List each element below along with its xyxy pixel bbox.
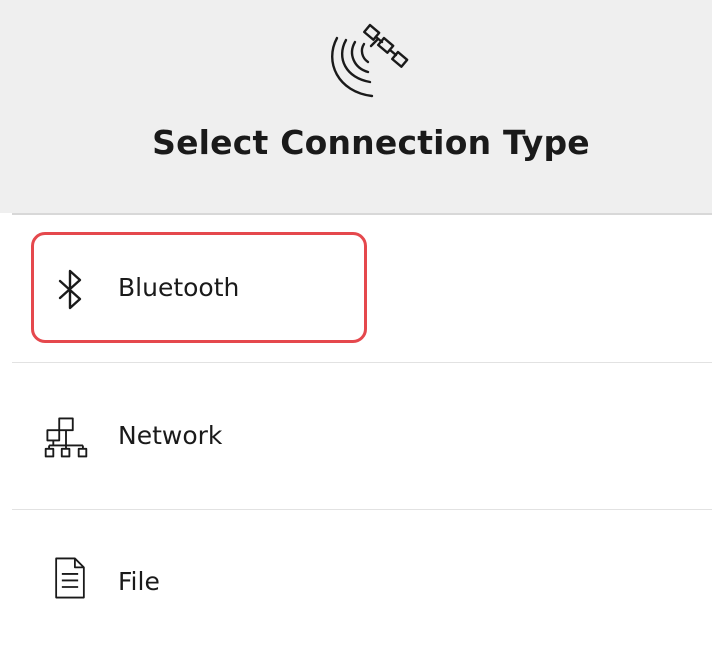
- satellite-icon: [331, 23, 409, 98]
- network-icon: [44, 417, 88, 458]
- option-label-network: Network: [118, 421, 223, 450]
- header: Select Connection Type: [0, 0, 712, 213]
- file-icon: [55, 557, 85, 599]
- page-title: Select Connection Type: [152, 123, 590, 162]
- option-label-file: File: [118, 567, 160, 596]
- selected-highlight: [31, 232, 367, 343]
- option-network[interactable]: Network: [0, 363, 712, 508]
- option-file[interactable]: File: [0, 510, 712, 655]
